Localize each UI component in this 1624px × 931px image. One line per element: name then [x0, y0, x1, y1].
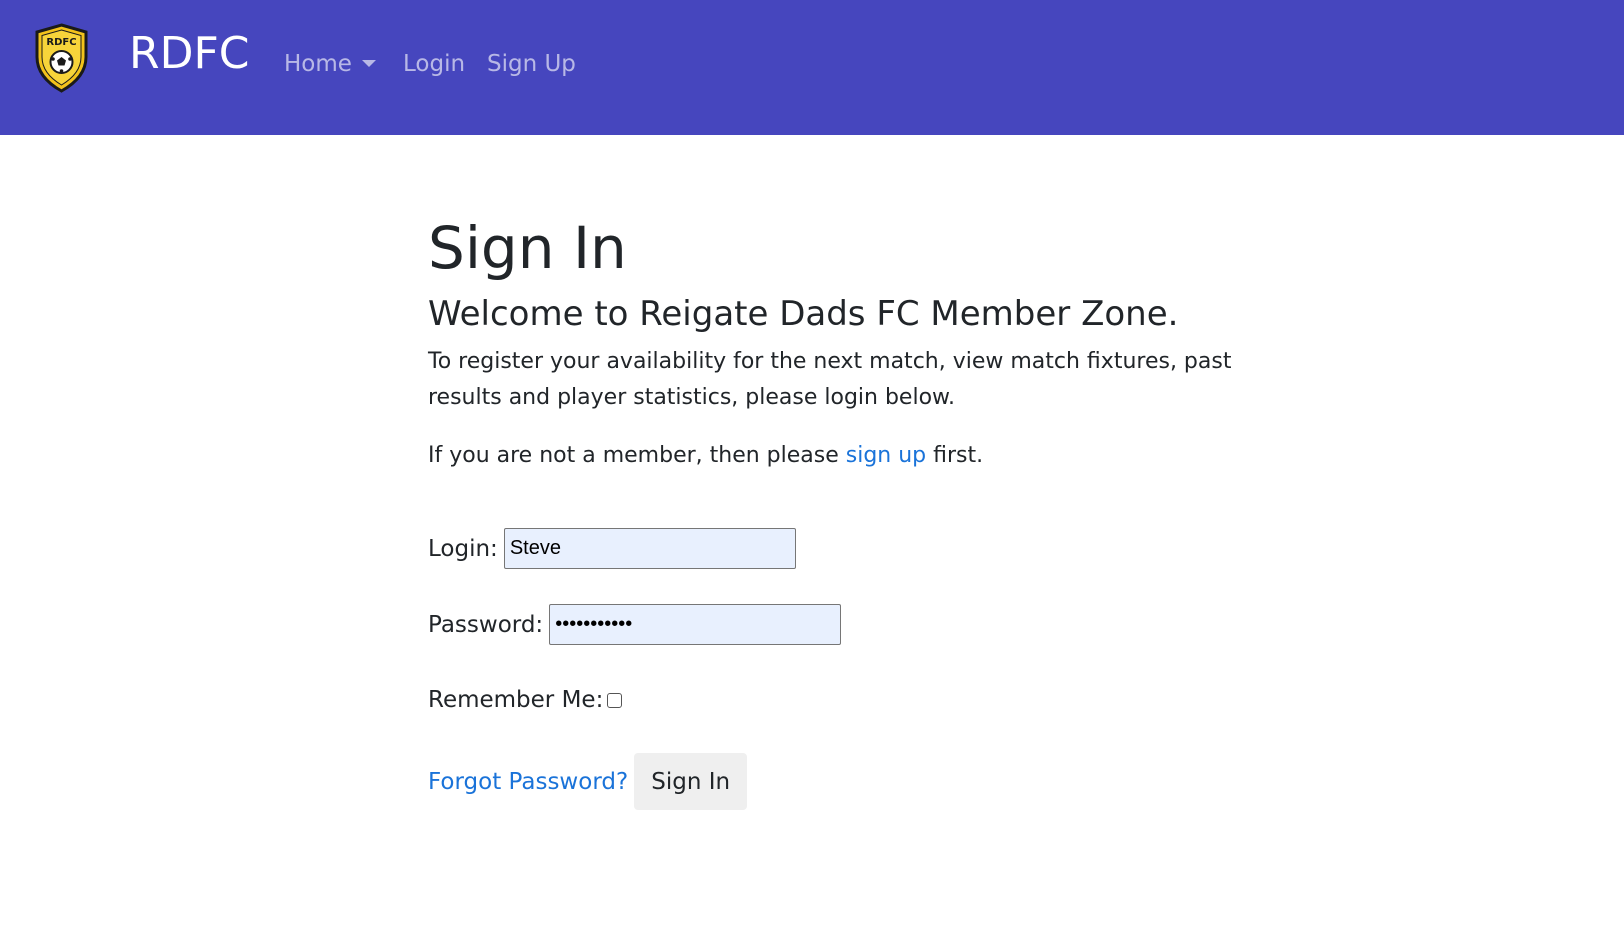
nav-signup-link[interactable]: Sign Up — [487, 46, 576, 82]
signup-note-after: first. — [926, 443, 984, 468]
nav-login-link[interactable]: Login — [403, 46, 465, 82]
page-subtitle: Welcome to Reigate Dads FC Member Zone. — [428, 294, 1179, 334]
chevron-down-icon — [361, 60, 376, 67]
remember-me-checkbox[interactable] — [607, 692, 623, 708]
actions-row: Forgot Password? Sign In — [428, 753, 748, 810]
nav-home-label: Home — [284, 51, 352, 77]
club-crest-logo[interactable]: RDFC — [33, 23, 90, 93]
top-navbar: RDFC RDFC Home Login Sign Up — [0, 0, 1624, 135]
login-label: Login: — [428, 535, 498, 562]
login-input[interactable] — [503, 528, 796, 569]
main-content: Sign In Welcome to Reigate Dads FC Membe… — [428, 200, 1288, 474]
nav-home-dropdown[interactable]: Home — [284, 46, 376, 82]
password-row: Password: — [428, 604, 842, 645]
signup-note: If you are not a member, then please sig… — [428, 438, 1288, 474]
password-input[interactable] — [549, 604, 842, 645]
signup-link[interactable]: sign up — [846, 443, 926, 468]
remember-row: Remember Me: — [428, 682, 623, 718]
page-title: Sign In — [428, 214, 627, 282]
forgot-password-link[interactable]: Forgot Password? — [428, 764, 628, 800]
logo-lettering: RDFC — [46, 37, 76, 48]
intro-text: To register your availability for the ne… — [428, 349, 1232, 410]
login-row: Login: — [428, 528, 796, 569]
signup-note-before: If you are not a member, then please — [428, 443, 846, 468]
remember-label: Remember Me: — [428, 687, 604, 713]
password-label: Password: — [428, 611, 544, 638]
sign-in-button[interactable]: Sign In — [634, 753, 748, 810]
brand-link[interactable]: RDFC — [129, 24, 249, 84]
